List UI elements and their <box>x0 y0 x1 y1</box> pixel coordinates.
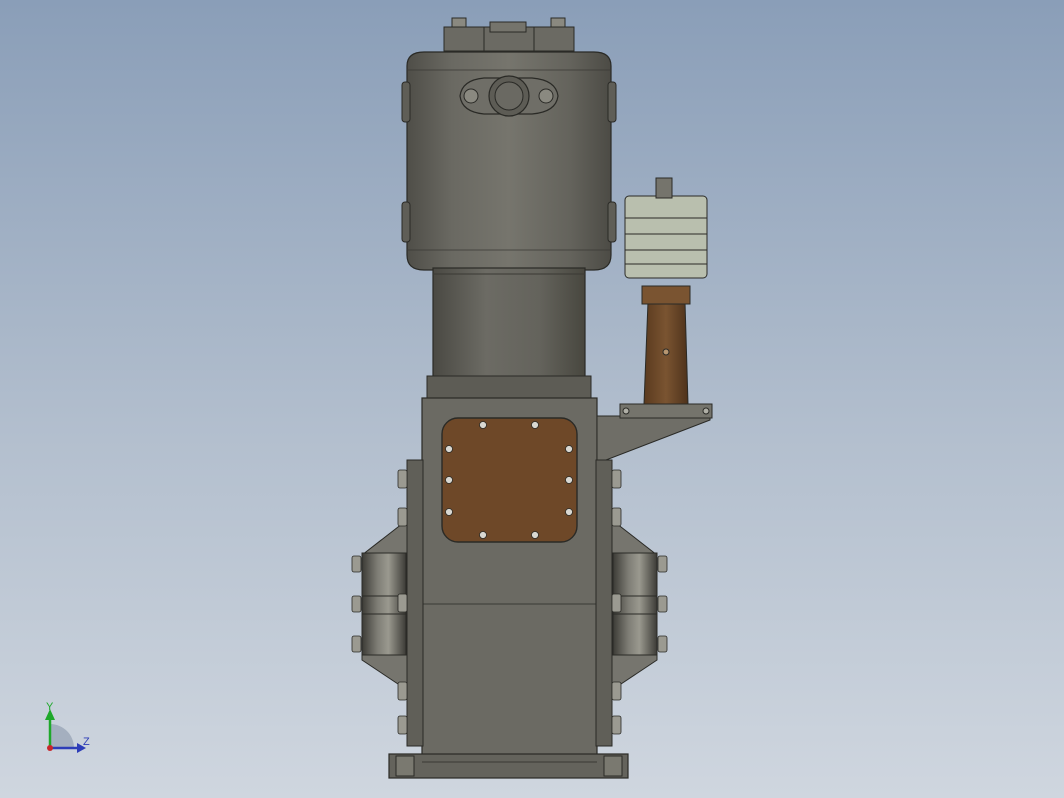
base-plate <box>388 753 629 779</box>
counterweight-stack <box>624 177 708 279</box>
side-bracket <box>596 403 713 461</box>
top-cap <box>443 17 575 52</box>
axis-triad: Y Z <box>45 701 90 753</box>
y-axis-label: Y <box>46 701 54 713</box>
x-axis-dot <box>47 745 53 751</box>
3d-viewport[interactable]: Y Z <box>0 0 1064 798</box>
governor-column <box>641 285 691 405</box>
z-axis-label: Z <box>83 736 90 748</box>
cad-model-view[interactable]: Y Z <box>0 0 1064 798</box>
inspection-cover <box>441 417 578 543</box>
cylinder-neck <box>426 267 592 399</box>
port-flange <box>459 75 559 117</box>
